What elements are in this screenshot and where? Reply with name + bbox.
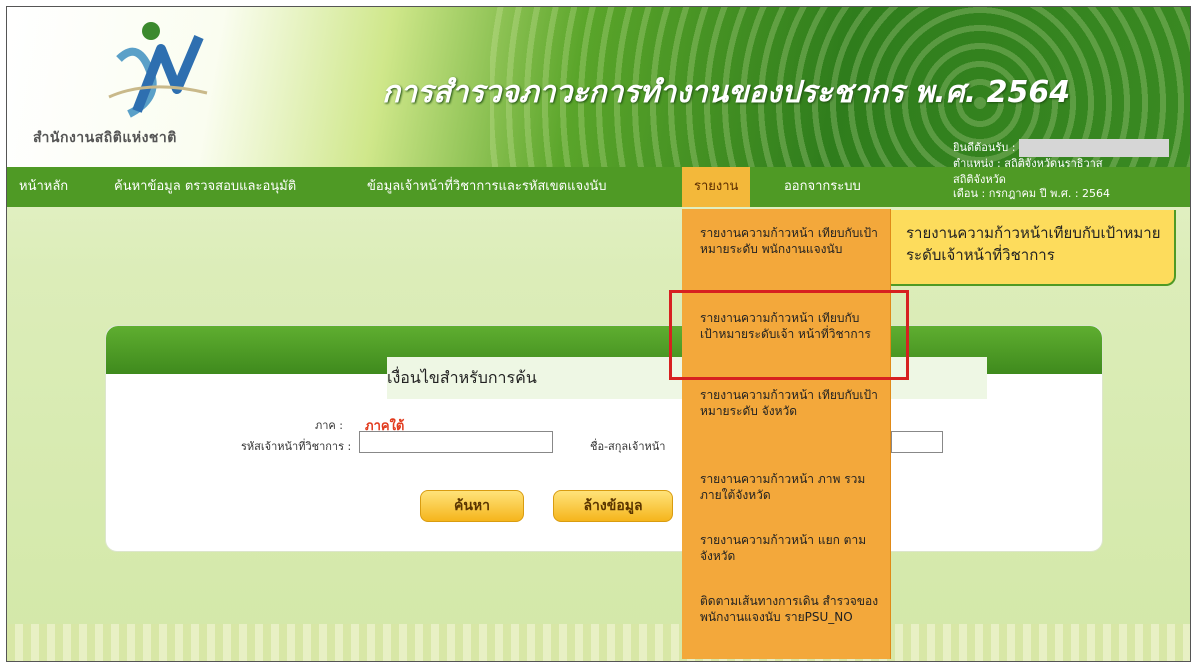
region-label: ภาค : xyxy=(315,419,343,432)
menu-item-route-tracking[interactable]: ติดตามเส้นทางการเดิน สำรวจของพนักงานแจงน… xyxy=(700,593,880,625)
header-banner: สำนักงานสถิติแห่งชาติ การสำรวจภาวะการทำง… xyxy=(7,7,1190,170)
clear-button[interactable]: ล้างข้อมูล xyxy=(553,490,673,522)
reports-dropdown-menu: รายงานความก้าวหน้า เทียบกับเป้าหมายระดับ… xyxy=(682,209,891,659)
app-frame: สำนักงานสถิติแห่งชาติ การสำรวจภาวะการทำง… xyxy=(6,6,1191,662)
staff-name-input[interactable] xyxy=(891,431,943,453)
footer-strip xyxy=(7,624,1190,661)
menu-item-report-overview[interactable]: รายงานความก้าวหน้า ภาพ รวมภายใต้จังหวัด xyxy=(700,471,880,503)
nav-reports[interactable]: รายงาน xyxy=(682,167,751,207)
staff-code-label: รหัสเจ้าหน้าที่วิชาการ : xyxy=(241,440,352,453)
search-button[interactable]: ค้นหา xyxy=(420,490,524,522)
highlight-box xyxy=(669,290,909,380)
username-redacted xyxy=(1018,139,1169,157)
org-name-text: สำนักงานสถิติแห่งชาติ xyxy=(33,130,177,146)
menu-item-report-province[interactable]: รายงานความก้าวหน้า เทียบกับเป้าหมายระดับ… xyxy=(700,387,880,419)
staff-name-label: ชื่อ-สกุลเจ้าหน้า xyxy=(590,440,666,453)
report-title: รายงานความก้าวหน้าเทียบกับเป้าหมายระดับเ… xyxy=(906,224,1161,264)
site-title: การสำรวจภาวะการทำงานของประชากร พ.ศ. 2564 xyxy=(382,75,1071,110)
nav-search-approve[interactable]: ค้นหาข้อมูล ตรวจสอบและอนุมัติ xyxy=(114,167,296,207)
org-label: สถิติจังหวัด xyxy=(953,173,1006,186)
nav-home[interactable]: หน้าหลัก xyxy=(19,167,68,207)
nav-user-info: สถิติจังหวัด เดือน : กรกฎาคม ปี พ.ศ. : 2… xyxy=(953,173,1110,201)
menu-item-report-staff[interactable]: รายงานความก้าวหน้า เทียบกับเป้าหมายระดับ… xyxy=(700,225,880,257)
welcome-label: ยินดีต้อนรับ : xyxy=(953,141,1016,154)
nav-staff-info[interactable]: ข้อมูลเจ้าหน้าที่วิชาการและรหัสเขตแจงนับ xyxy=(367,167,607,207)
staff-code-input[interactable] xyxy=(359,431,553,453)
menu-item-report-by-province[interactable]: รายงานความก้าวหน้า แยก ตามจังหวัด xyxy=(700,532,880,564)
nso-logo-icon xyxy=(108,22,208,118)
nav-logout[interactable]: ออกจากระบบ xyxy=(784,167,861,207)
report-title-panel: รายงานความก้าวหน้าเทียบกับเป้าหมายระดับเ… xyxy=(882,210,1176,286)
month-label: เดือน : กรกฎาคม ปี พ.ศ. : 2564 xyxy=(953,187,1111,200)
